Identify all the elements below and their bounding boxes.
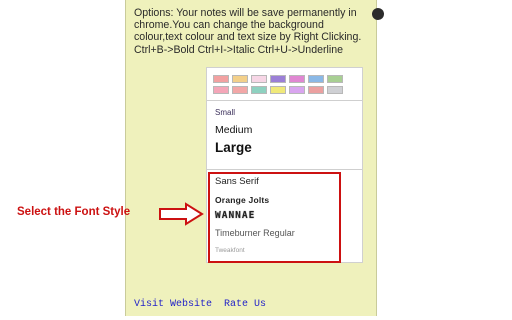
swatch-11[interactable] (270, 86, 286, 94)
swatch-6[interactable] (308, 75, 324, 83)
color-swatch-grid (207, 68, 362, 100)
menu-divider (207, 169, 362, 170)
close-icon[interactable] (372, 8, 384, 20)
footer-links: Visit Website Rate Us (134, 299, 272, 310)
callout-label: Select the Font Style (17, 206, 131, 218)
swatch-14[interactable] (327, 86, 343, 94)
visit-website-link[interactable]: Visit Website (134, 299, 212, 310)
swatch-7[interactable] (327, 75, 343, 83)
swatch-9[interactable] (232, 86, 248, 94)
menu-divider (207, 100, 362, 101)
size-option-large[interactable]: Large (215, 140, 252, 155)
rate-us-link[interactable]: Rate Us (224, 299, 266, 310)
size-option-small[interactable]: Small (215, 108, 235, 117)
options-help-text: Options: Your notes will be save permane… (134, 7, 362, 56)
size-option-medium[interactable]: Medium (215, 124, 252, 136)
swatch-1[interactable] (213, 75, 229, 83)
swatch-12[interactable] (289, 86, 305, 94)
swatch-3[interactable] (251, 75, 267, 83)
swatch-5[interactable] (289, 75, 305, 83)
swatch-10[interactable] (251, 86, 267, 94)
swatch-2[interactable] (232, 75, 248, 83)
swatch-8[interactable] (213, 86, 229, 94)
callout-arrow-icon (158, 202, 206, 226)
font-style-highlight (208, 172, 341, 263)
swatch-4[interactable] (270, 75, 286, 83)
swatch-13[interactable] (308, 86, 324, 94)
